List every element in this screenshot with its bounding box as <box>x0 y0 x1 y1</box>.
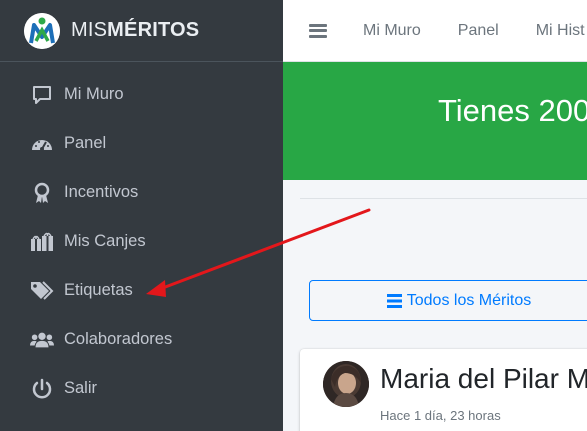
brand-name-suffix: MÉRITOS <box>107 19 200 41</box>
sidebar-item-label: Mis Canjes <box>64 232 146 250</box>
points-banner: Tienes 200 <box>283 62 587 180</box>
brand-name: MISMÉRITOS <box>71 19 199 42</box>
sidebar-item-salir[interactable]: Salir <box>0 364 283 413</box>
points-banner-text: Tienes 200 <box>438 93 587 128</box>
top-link-mi-muro[interactable]: Mi Muro <box>363 22 421 40</box>
sidebar-item-label: Colaboradores <box>64 330 173 348</box>
sidebar-item-incentivos[interactable]: Incentivos <box>0 168 283 217</box>
avatar[interactable] <box>323 361 369 407</box>
list-icon <box>386 293 402 308</box>
brand-logo-icon <box>24 12 60 49</box>
sidebar: MISMÉRITOS Mi Muro Panel Incentivos Mis … <box>0 0 283 431</box>
content-divider <box>300 198 587 199</box>
sidebar-item-label: Panel <box>64 134 107 152</box>
post-author-name[interactable]: Maria del Pilar M <box>380 363 587 395</box>
all-merits-label: Todos los Méritos <box>406 291 532 309</box>
sidebar-item-label: Mi Muro <box>64 85 124 103</box>
tags-icon <box>30 279 54 303</box>
sidebar-item-colaboradores[interactable]: Colaboradores <box>0 315 283 364</box>
dashboard-icon <box>30 132 54 156</box>
users-icon <box>30 328 54 352</box>
menu-toggle-icon[interactable] <box>309 23 327 38</box>
all-merits-button[interactable]: Todos los Méritos <box>309 280 587 321</box>
sidebar-item-label: Incentivos <box>64 183 139 201</box>
sidebar-item-label: Salir <box>64 379 98 397</box>
gifts-icon <box>30 230 54 254</box>
comment-icon <box>30 83 54 107</box>
post-card: Maria del Pilar M Hace 1 día, 23 horas <box>300 349 587 431</box>
sidebar-item-etiquetas[interactable]: Etiquetas <box>0 266 283 315</box>
sidebar-item-mis-canjes[interactable]: Mis Canjes <box>0 217 283 266</box>
top-link-mi-historial[interactable]: Mi Hist <box>536 22 585 40</box>
award-icon <box>30 181 54 205</box>
sidebar-nav: Mi Muro Panel Incentivos Mis Canjes Etiq… <box>0 70 283 413</box>
post-timestamp: Hace 1 día, 23 horas <box>380 408 501 423</box>
brand[interactable]: MISMÉRITOS <box>0 0 283 62</box>
brand-name-prefix: MIS <box>71 19 108 41</box>
top-navbar: Mi Muro Panel Mi Hist <box>283 0 587 62</box>
sidebar-item-label: Etiquetas <box>64 281 133 299</box>
sidebar-item-mi-muro[interactable]: Mi Muro <box>0 70 283 119</box>
power-icon <box>30 377 54 401</box>
top-link-panel[interactable]: Panel <box>458 22 499 40</box>
sidebar-item-panel[interactable]: Panel <box>0 119 283 168</box>
